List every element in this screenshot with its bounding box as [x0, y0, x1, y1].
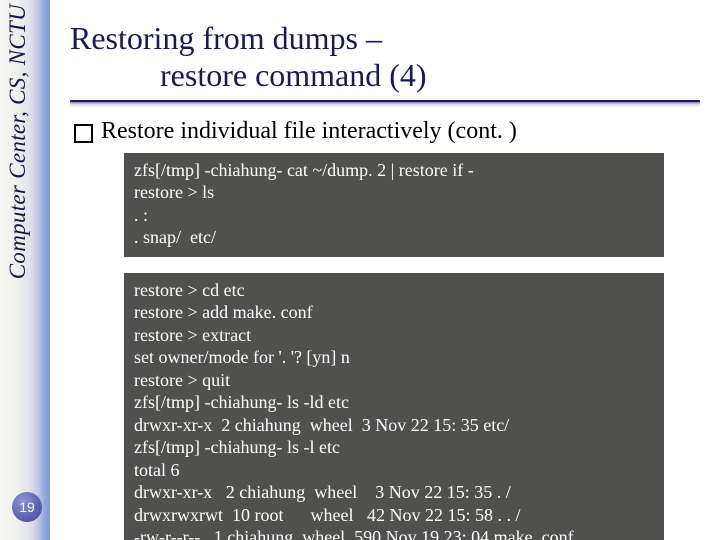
title-line-1: Restoring from dumps – — [70, 20, 382, 56]
sidebar: Computer Center, CS, NCTU 19 — [0, 0, 50, 540]
page-number: 19 — [19, 499, 35, 515]
bullet-text: Restore individual file interactively (c… — [101, 118, 517, 145]
page-number-badge: 19 — [12, 492, 42, 522]
title-line-2: restore command (4) — [70, 57, 700, 94]
title-underline — [70, 100, 700, 104]
slide: Computer Center, CS, NCTU 19 Restoring f… — [0, 0, 720, 540]
terminal-block-1: zfs[/tmp] -chiahung- cat ~/dump. 2 | res… — [124, 153, 664, 257]
sidebar-org-text: Computer Center, CS, NCTU — [5, 4, 31, 279]
bullet-item: Restore individual file interactively (c… — [74, 118, 700, 145]
terminal-block-2: restore > cd etc restore > add make. con… — [124, 273, 664, 540]
content-area: Restoring from dumps – restore command (… — [70, 20, 700, 540]
bullet-square-icon — [74, 124, 93, 143]
slide-title: Restoring from dumps – restore command (… — [70, 20, 700, 94]
